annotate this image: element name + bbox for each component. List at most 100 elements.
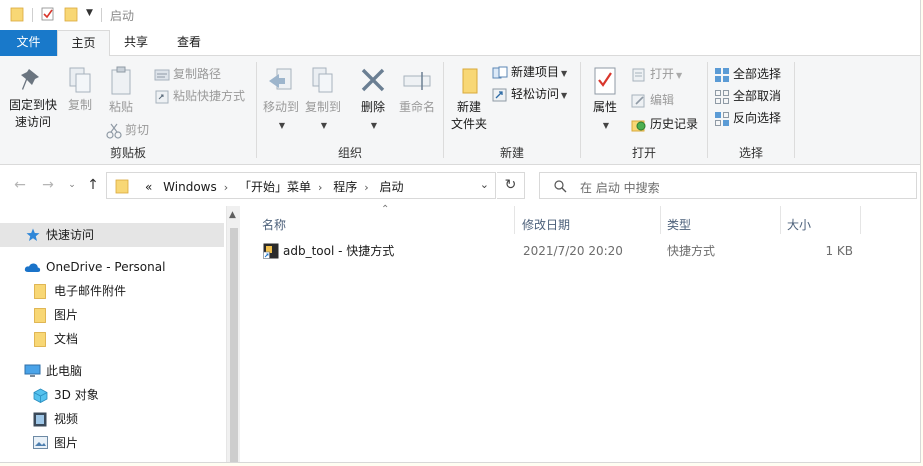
properties-quick-icon[interactable] — [40, 6, 56, 22]
file-size: 1 KB — [825, 244, 853, 258]
column-divider[interactable] — [860, 206, 861, 234]
open-button[interactable]: 打开 ▼ — [631, 64, 682, 84]
breadcrumb-startup[interactable]: 启动 — [379, 180, 403, 194]
table-row[interactable]: adb_tool - 快捷方式 2021/7/20 20:20 快捷方式 1 K… — [241, 240, 920, 262]
sort-ascending-icon: ⌃ — [381, 204, 390, 215]
column-header-size[interactable]: 大小 — [787, 214, 811, 236]
copy-to-button[interactable]: 复制到 ▼ — [303, 66, 343, 134]
column-divider[interactable] — [514, 206, 515, 234]
refresh-button[interactable]: ↻ — [497, 172, 525, 199]
file-modified: 2021/7/20 20:20 — [523, 244, 623, 258]
breadcrumb-programs[interactable]: 程序 — [333, 180, 357, 194]
copy-icon — [69, 67, 91, 93]
column-header-name[interactable]: 名称 — [262, 214, 286, 236]
open-group-label: 打开 — [631, 146, 656, 160]
recent-locations-icon[interactable]: ⌄ — [62, 175, 82, 195]
navigation-scrollbar[interactable]: ▲ — [226, 206, 240, 462]
nav-this-pc[interactable]: 此电脑 — [0, 359, 224, 383]
video-icon — [33, 412, 47, 427]
nav-email-attachments[interactable]: 电子邮件附件 — [0, 279, 224, 303]
delete-button[interactable]: 删除 ▼ — [355, 66, 391, 134]
select-none-button[interactable]: 全部取消 — [714, 86, 781, 106]
new-item-button[interactable]: 新建项目 ▼ — [492, 62, 567, 82]
pin-icon — [21, 69, 39, 90]
properties-button[interactable]: 属性 ▼ — [585, 66, 625, 134]
column-divider[interactable] — [660, 206, 661, 234]
ribbon: 固定到快 速访问 复制 粘贴 复制路径 粘贴快捷方式 剪切 剪贴板 移动到 ▼ … — [0, 56, 920, 165]
back-arrow-icon[interactable]: ← — [10, 175, 30, 195]
nav-pictures-onedrive[interactable]: 图片 — [0, 303, 224, 327]
chevron-right-icon[interactable]: › — [364, 181, 368, 194]
rename-button[interactable]: 重命名 — [395, 66, 439, 116]
open-group: 属性 ▼ 打开 ▼ 编辑 历史记录 打开 — [581, 60, 707, 162]
edit-button[interactable]: 编辑 — [631, 90, 674, 110]
file-explorer-window: ▼ 启动 文件 主页 共享 查看 固定到快 速访问 复制 粘贴 复制路径 粘贴快… — [0, 0, 921, 463]
pin-to-quick-access-button[interactable]: 固定到快 速访问 — [6, 66, 60, 131]
paste-shortcut-button[interactable]: 粘贴快捷方式 — [154, 86, 245, 106]
customize-toolbar-icon[interactable]: ▼ — [86, 8, 93, 18]
breadcrumb-start-menu[interactable]: 「开始」菜单 — [239, 180, 311, 194]
select-group: 全部选择 全部取消 反向选择 选择 — [708, 60, 794, 162]
new-folder-button[interactable]: 新建 文件夹 — [446, 66, 492, 133]
folder-icon — [34, 308, 46, 323]
paste-shortcut-icon — [155, 90, 169, 103]
cut-button[interactable]: 剪切 — [106, 120, 149, 140]
breadcrumb-windows[interactable]: Windows — [163, 180, 217, 194]
nav-quick-access[interactable]: 快速访问 — [0, 223, 224, 247]
scrollbar-thumb[interactable] — [230, 228, 238, 462]
breadcrumb-overflow[interactable]: « — [145, 180, 152, 194]
file-list: ⌃ 名称 修改日期 类型 大小 adb_tool - 快捷方式 2021/7/2… — [241, 204, 920, 462]
chevron-down-icon: ▼ — [278, 121, 286, 130]
column-header-type[interactable]: 类型 — [667, 214, 691, 236]
paste-button[interactable]: 粘贴 — [102, 66, 140, 116]
delete-x-icon — [361, 68, 385, 92]
paste-icon — [111, 66, 131, 95]
star-icon — [26, 228, 40, 241]
nav-pictures[interactable]: 图片 — [0, 431, 224, 455]
computer-icon — [24, 364, 41, 377]
nav-onedrive[interactable]: OneDrive - Personal — [0, 255, 224, 279]
divider — [101, 8, 102, 22]
tab-file[interactable]: 文件 — [0, 30, 57, 56]
copy-to-icon — [312, 67, 333, 93]
address-bar[interactable]: « Windows › 「开始」菜单 › 程序 › 启动 ⌄ — [106, 172, 496, 199]
tab-home[interactable]: 主页 — [57, 30, 110, 57]
properties-icon — [594, 67, 616, 95]
tab-view[interactable]: 查看 — [162, 30, 216, 56]
copy-path-button[interactable]: 复制路径 — [154, 64, 221, 84]
nav-videos[interactable]: 视频 — [0, 407, 224, 431]
address-dropdown-icon[interactable]: ⌄ — [480, 178, 489, 191]
search-placeholder: 在 启动 中搜索 — [580, 181, 660, 195]
clipboard-group: 固定到快 速访问 复制 粘贴 复制路径 粘贴快捷方式 剪切 剪贴板 — [0, 60, 256, 162]
new-group: 新建 文件夹 新建项目 ▼ 轻松访问 ▼ 新建 — [444, 60, 580, 162]
chevron-right-icon[interactable]: › — [318, 181, 322, 194]
column-header-modified[interactable]: 修改日期 — [522, 214, 570, 236]
open-icon — [632, 68, 645, 81]
select-group-label: 选择 — [738, 146, 763, 160]
easy-access-button[interactable]: 轻松访问 ▼ — [492, 84, 567, 104]
up-arrow-icon[interactable]: ↑ — [83, 175, 103, 195]
rename-icon — [403, 72, 431, 90]
move-to-button[interactable]: 移动到 ▼ — [261, 66, 301, 134]
navigation-pane: 快速访问 OneDrive - Personal 电子邮件附件 图片 文档 此电… — [0, 206, 226, 462]
chevron-right-icon[interactable]: › — [224, 181, 228, 194]
select-all-button[interactable]: 全部选择 — [714, 64, 781, 84]
copy-button[interactable]: 复制 — [62, 66, 98, 114]
refresh-icon: ↻ — [504, 177, 517, 193]
move-to-icon — [269, 68, 292, 90]
scroll-up-icon[interactable]: ▲ — [229, 210, 236, 220]
folder-icon — [34, 332, 46, 347]
nav-3d-objects[interactable]: 3D 对象 — [0, 383, 224, 407]
nav-documents[interactable]: 文档 — [0, 327, 224, 351]
tab-share[interactable]: 共享 — [110, 30, 162, 56]
forward-arrow-icon[interactable]: → — [38, 175, 58, 195]
easy-access-icon — [492, 88, 507, 101]
search-box[interactable]: 在 启动 中搜索 — [539, 172, 917, 199]
invert-selection-button[interactable]: 反向选择 — [714, 108, 781, 128]
search-icon — [554, 180, 567, 193]
new-folder-quick-icon[interactable] — [64, 6, 78, 22]
folder-icon[interactable] — [10, 6, 24, 22]
column-divider[interactable] — [780, 206, 781, 234]
chevron-down-icon: ▼ — [561, 91, 568, 100]
history-button[interactable]: 历史记录 — [631, 114, 698, 134]
